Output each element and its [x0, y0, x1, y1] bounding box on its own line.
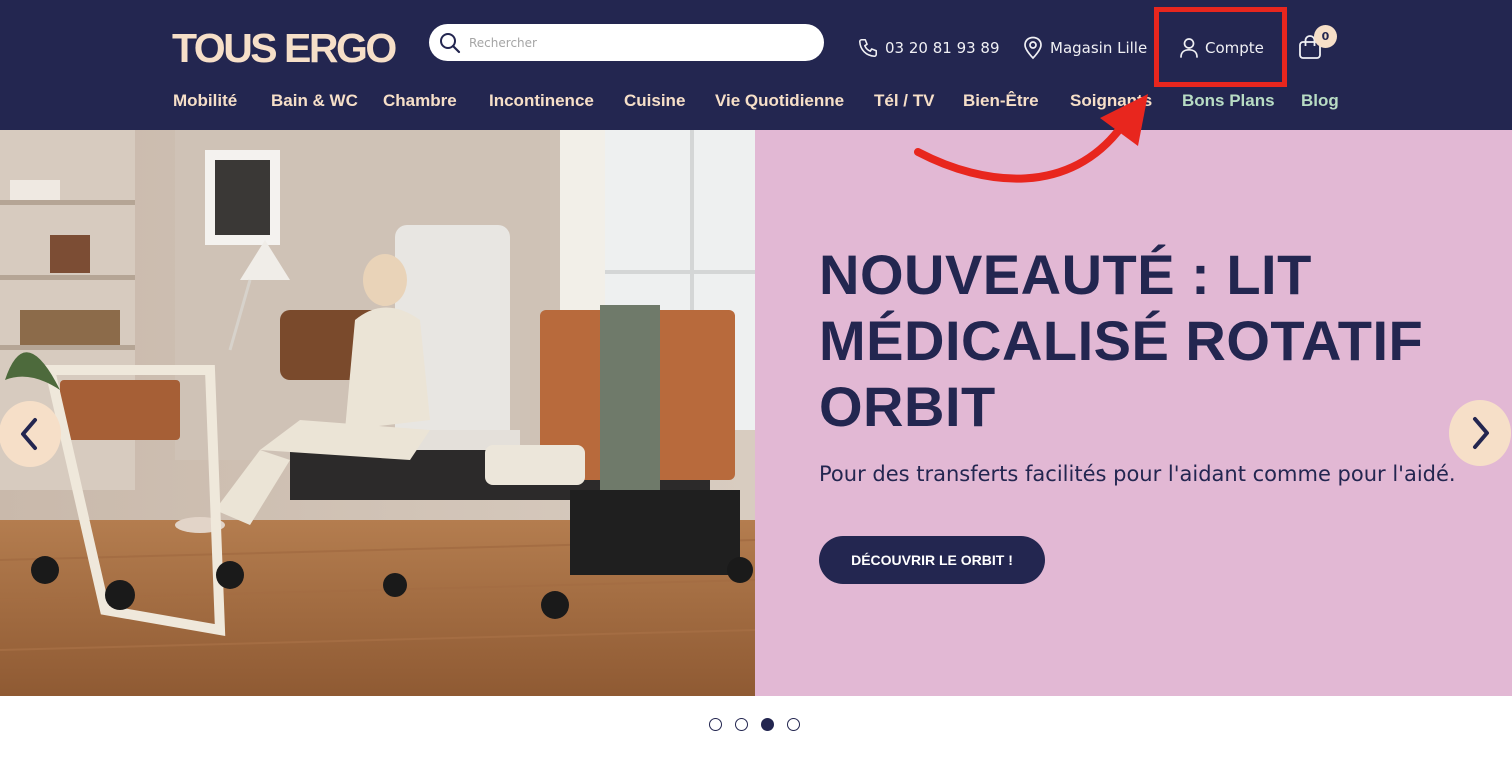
carousel-dots — [709, 718, 813, 732]
carousel-dot[interactable] — [709, 718, 722, 731]
carousel-dot[interactable] — [787, 718, 800, 731]
location-pin-icon — [1024, 36, 1042, 60]
hero-title: NOUVEAUTÉ : LIT MÉDICALISÉ ROTATIF ORBIT — [819, 243, 1424, 438]
nav-item-incontinence[interactable]: Incontinence — [489, 88, 594, 114]
phone-icon — [858, 38, 878, 58]
phone-number: 03 20 81 93 89 — [885, 39, 1000, 57]
hero-image — [0, 130, 755, 696]
nav-item-bain-wc[interactable]: Bain & WC — [271, 88, 358, 114]
carousel-dot-active[interactable] — [761, 718, 774, 731]
nav-item-bons-plans[interactable]: Bons Plans — [1182, 88, 1275, 114]
nav-item-tel-tv[interactable]: Tél / TV — [874, 88, 934, 114]
annotation-highlight-box — [1154, 7, 1287, 87]
hero-banner: NOUVEAUTÉ : LIT MÉDICALISÉ ROTATIF ORBIT… — [0, 130, 1512, 696]
main-nav: Mobilité Bain & WC Chambre Incontinence … — [0, 88, 1512, 114]
nav-item-blog[interactable]: Blog — [1301, 88, 1339, 114]
nav-item-cuisine[interactable]: Cuisine — [624, 88, 685, 114]
nav-item-bien-etre[interactable]: Bien-Être — [963, 88, 1039, 114]
hero-subtitle: Pour des transferts facilités pour l'aid… — [819, 462, 1456, 486]
discover-orbit-button[interactable]: DÉCOUVRIR LE ORBIT ! — [819, 536, 1045, 584]
carousel-dot[interactable] — [735, 718, 748, 731]
store-link[interactable]: Magasin Lille — [1022, 34, 1147, 62]
carousel-next-button[interactable] — [1449, 400, 1511, 466]
phone-link[interactable]: 03 20 81 93 89 — [857, 34, 1000, 62]
search-input[interactable] — [469, 30, 809, 55]
logo[interactable]: TOUS ERGO — [172, 26, 397, 70]
nav-item-vie-quotidienne[interactable]: Vie Quotidienne — [715, 88, 844, 114]
chevron-right-icon — [1473, 417, 1489, 449]
nav-item-mobilite[interactable]: Mobilité — [173, 88, 237, 114]
carousel-prev-button[interactable] — [0, 401, 61, 467]
hero-text-panel: NOUVEAUTÉ : LIT MÉDICALISÉ ROTATIF ORBIT… — [755, 130, 1512, 696]
nav-item-chambre[interactable]: Chambre — [383, 88, 457, 114]
chevron-left-icon — [21, 418, 37, 450]
search-icon[interactable] — [439, 32, 461, 54]
store-label: Magasin Lille — [1050, 39, 1148, 57]
nav-item-soignants[interactable]: Soignants — [1070, 88, 1152, 114]
cart-count-badge: 0 — [1314, 25, 1337, 48]
search-bar[interactable] — [429, 24, 824, 61]
